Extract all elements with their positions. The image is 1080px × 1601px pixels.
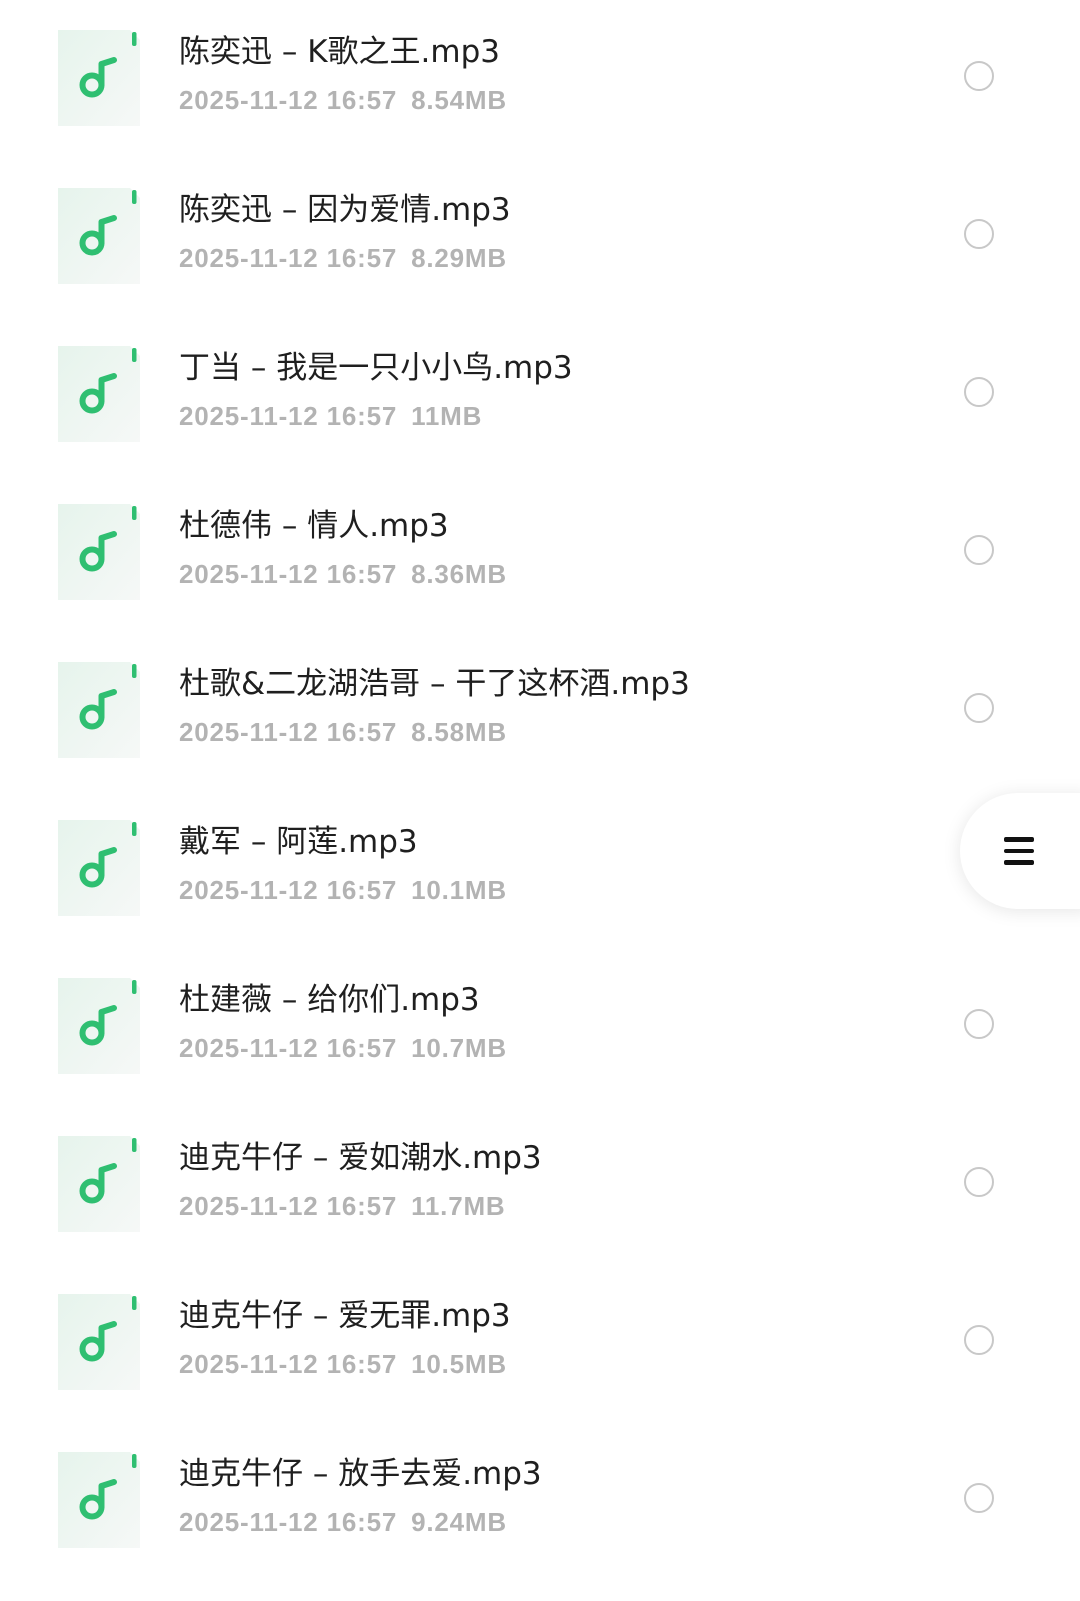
file-meta: 2025-11-12 16:57 9.24MB — [179, 1504, 507, 1540]
hamburger-menu-icon — [1004, 835, 1034, 867]
file-size: 8.36MB — [411, 559, 507, 589]
file-meta: 2025-11-12 16:57 10.5MB — [179, 1346, 507, 1382]
file-row[interactable]: 陈奕迅 – K歌之王.mp3 2025-11-12 16:57 8.54MB — [0, 0, 1080, 158]
file-row[interactable]: 迪克牛仔 – 爱无罪.mp3 2025-11-12 16:57 10.5MB — [0, 1264, 1080, 1422]
music-note-icon — [58, 978, 140, 1074]
file-size: 11MB — [411, 401, 483, 431]
file-date: 2025-11-12 16:57 — [179, 1507, 398, 1537]
file-name: 迪克牛仔 – 放手去爱.mp3 — [179, 1456, 542, 1492]
file-name: 陈奕迅 – 因为爱情.mp3 — [179, 192, 511, 228]
file-name: 杜建薇 – 给你们.mp3 — [179, 982, 480, 1018]
file-date: 2025-11-12 16:57 — [179, 1033, 398, 1063]
file-meta: 2025-11-12 16:57 8.36MB — [179, 556, 507, 592]
music-note-icon — [58, 346, 140, 442]
file-date: 2025-11-12 16:57 — [179, 85, 398, 115]
floating-menu-button[interactable] — [960, 793, 1080, 909]
file-name: 戴军 – 阿莲.mp3 — [179, 824, 418, 860]
file-name: 杜德伟 – 情人.mp3 — [179, 508, 449, 544]
select-radio[interactable] — [964, 1483, 994, 1513]
file-row[interactable]: 陈奕迅 – 因为爱情.mp3 2025-11-12 16:57 8.29MB — [0, 158, 1080, 316]
file-size: 10.5MB — [411, 1349, 507, 1379]
music-note-icon — [58, 30, 140, 126]
select-radio[interactable] — [964, 377, 994, 407]
select-radio[interactable] — [964, 535, 994, 565]
file-size: 8.58MB — [411, 717, 507, 747]
music-note-icon — [58, 1452, 140, 1548]
file-row[interactable]: 杜德伟 – 情人.mp3 2025-11-12 16:57 8.36MB — [0, 474, 1080, 632]
file-meta: 2025-11-12 16:57 8.58MB — [179, 714, 507, 750]
file-date: 2025-11-12 16:57 — [179, 875, 398, 905]
file-meta: 2025-11-12 16:57 11MB — [179, 398, 482, 434]
file-name: 杜歌&二龙湖浩哥 – 干了这杯酒.mp3 — [179, 666, 690, 702]
file-size: 8.29MB — [411, 243, 507, 273]
file-date: 2025-11-12 16:57 — [179, 401, 398, 431]
file-size: 8.54MB — [411, 85, 507, 115]
music-note-icon — [58, 1136, 140, 1232]
file-date: 2025-11-12 16:57 — [179, 243, 398, 273]
file-meta: 2025-11-12 16:57 10.1MB — [179, 872, 507, 908]
file-name: 迪克牛仔 – 爱如潮水.mp3 — [179, 1140, 542, 1176]
select-radio[interactable] — [964, 219, 994, 249]
file-row[interactable]: 杜歌&二龙湖浩哥 – 干了这杯酒.mp3 2025-11-12 16:57 8.58… — [0, 632, 1080, 790]
music-note-icon — [58, 1294, 140, 1390]
select-radio[interactable] — [964, 1325, 994, 1355]
file-date: 2025-11-12 16:57 — [179, 1191, 398, 1221]
file-meta: 2025-11-12 16:57 11.7MB — [179, 1188, 506, 1224]
file-date: 2025-11-12 16:57 — [179, 717, 398, 747]
file-meta: 2025-11-12 16:57 8.29MB — [179, 240, 507, 276]
music-note-icon — [58, 504, 140, 600]
select-radio[interactable] — [964, 693, 994, 723]
file-row[interactable]: 杜建薇 – 给你们.mp3 2025-11-12 16:57 10.7MB — [0, 948, 1080, 1106]
file-name: 丁当 – 我是一只小小鸟.mp3 — [179, 350, 573, 386]
file-row[interactable]: 迪克牛仔 – 放手去爱.mp3 2025-11-12 16:57 9.24MB — [0, 1422, 1080, 1580]
file-meta: 2025-11-12 16:57 10.7MB — [179, 1030, 507, 1066]
file-row[interactable]: 迪克牛仔 – 爱如潮水.mp3 2025-11-12 16:57 11.7MB — [0, 1106, 1080, 1264]
file-name: 迪克牛仔 – 爱无罪.mp3 — [179, 1298, 511, 1334]
file-size: 11.7MB — [411, 1191, 506, 1221]
file-date: 2025-11-12 16:57 — [179, 1349, 398, 1379]
music-note-icon — [58, 820, 140, 916]
music-note-icon — [58, 188, 140, 284]
file-row[interactable]: 丁当 – 我是一只小小鸟.mp3 2025-11-12 16:57 11MB — [0, 316, 1080, 474]
file-row[interactable]: 戴军 – 阿莲.mp3 2025-11-12 16:57 10.1MB — [0, 790, 1080, 948]
file-date: 2025-11-12 16:57 — [179, 559, 398, 589]
file-meta: 2025-11-12 16:57 8.54MB — [179, 82, 507, 118]
select-radio[interactable] — [964, 1009, 994, 1039]
music-note-icon — [58, 662, 140, 758]
select-radio[interactable] — [964, 61, 994, 91]
file-size: 9.24MB — [411, 1507, 507, 1537]
file-name: 陈奕迅 – K歌之王.mp3 — [179, 34, 500, 70]
file-size: 10.1MB — [411, 875, 507, 905]
select-radio[interactable] — [964, 1167, 994, 1197]
file-list: 陈奕迅 – K歌之王.mp3 2025-11-12 16:57 8.54MB 陈奕迅 … — [0, 0, 1080, 1601]
file-size: 10.7MB — [411, 1033, 507, 1063]
